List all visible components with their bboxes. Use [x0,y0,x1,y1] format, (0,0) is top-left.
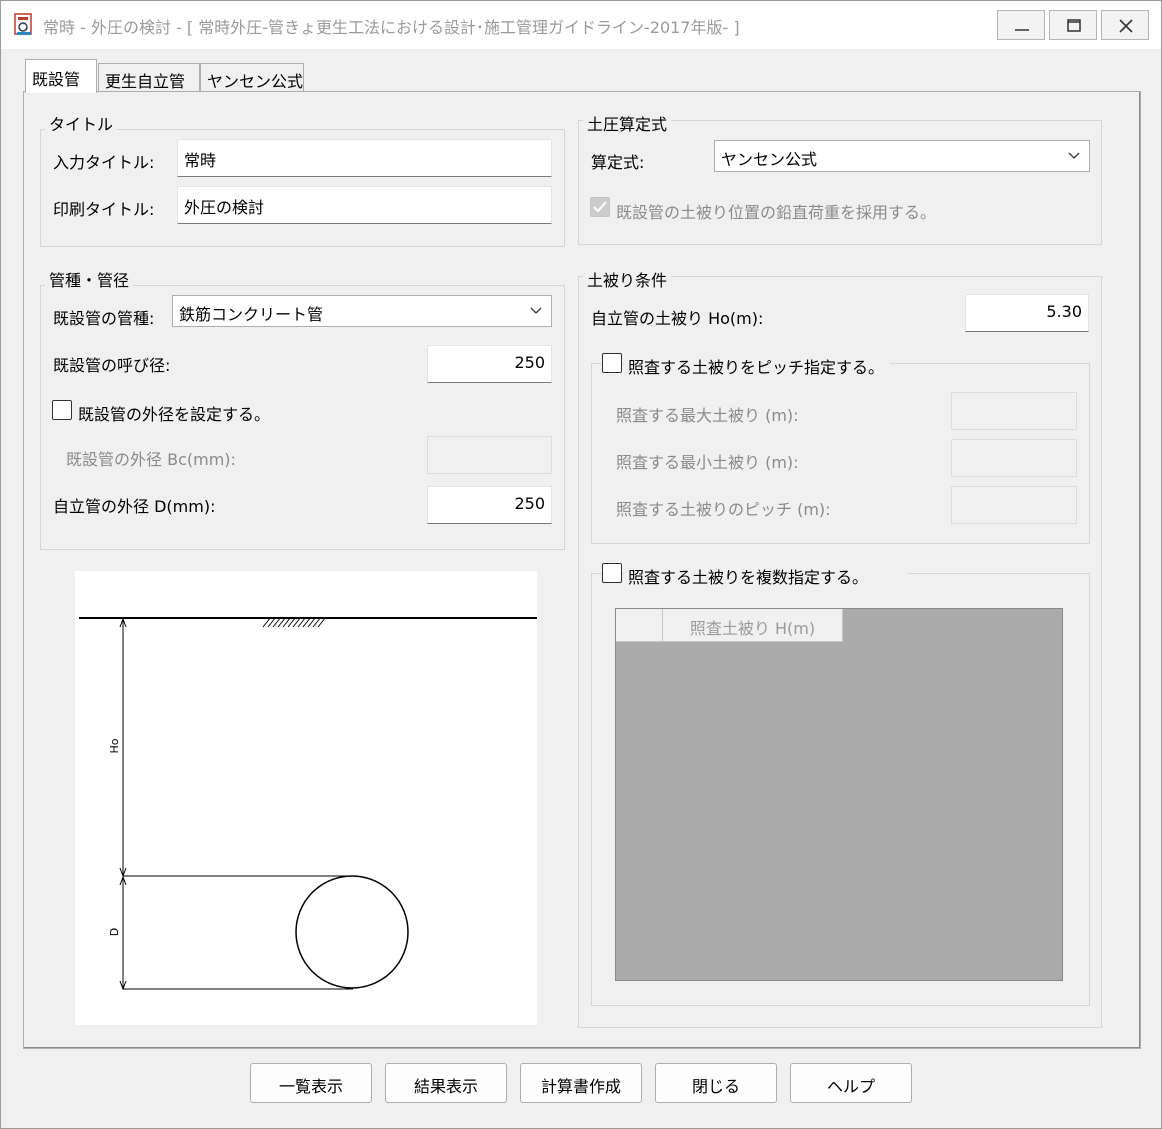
print-title-field[interactable]: 外圧の検討 [177,186,552,224]
grid-column-header[interactable]: 照査土被り H(m) [663,609,843,642]
max-cover-label: 照査する最大土被り (m): [616,406,799,425]
print-title-label: 印刷タイトル: [53,200,155,219]
tab-label: 既設管 [32,70,81,89]
close-window-button[interactable] [1101,10,1149,40]
maximize-button[interactable] [1049,10,1097,40]
title-group-heading: タイトル [45,111,118,135]
max-cover-field[interactable] [951,392,1077,430]
burial-diagram: Ho D [75,571,537,1025]
outer-bc-label: 既設管の外径 Bc(mm): [66,450,236,469]
multi-checkbox-label: 照査する土被りを複数指定する。 [624,564,909,588]
pipe-group-heading: 管種・管径 [45,267,134,291]
formula-select[interactable]: ヤンセン公式 [714,140,1090,172]
cover-pitch-field[interactable] [951,486,1077,524]
window-title: 常時 - 外圧の検討 - [ 常時外圧-管きょ更生工法における設計･施工管理ガイ… [43,18,740,37]
tab-rehab-pipe[interactable]: 更生自立管 [98,63,200,92]
pipe-circle [295,875,409,989]
adopt-load-label: 既設管の土被り位置の鉛直荷重を採用する。 [616,203,937,222]
chevron-down-icon [1068,152,1080,159]
tab-existing-pipe[interactable]: 既設管 [25,59,97,93]
result-view-button[interactable]: 結果表示 [385,1063,507,1103]
earth-pressure-heading: 土圧算定式 [583,111,672,135]
list-view-button[interactable]: 一覧表示 [250,1063,372,1103]
chevron-down-icon [530,307,542,314]
help-button[interactable]: ヘルプ [790,1063,912,1103]
cover-grid[interactable]: 照査土被り H(m) [615,608,1063,981]
d-dimension-label: D [108,928,121,936]
pitch-checkbox[interactable] [602,353,622,373]
outer-d-field[interactable]: 250 [427,486,552,524]
pipe-type-value: 鉄筋コンクリート管 [179,305,324,324]
tab-janssen[interactable]: ヤンセン公式 [200,63,304,92]
checkmark-icon [593,201,607,213]
tab-label: 更生自立管 [105,72,186,91]
cover-ho-field[interactable]: 5.30 [965,294,1089,332]
cover-group-heading: 土被り条件 [583,267,672,291]
create-report-button[interactable]: 計算書作成 [520,1063,642,1103]
pipe-type-select[interactable]: 鉄筋コンクリート管 [172,295,552,327]
outer-bc-field[interactable] [427,436,552,474]
cover-pitch-label: 照査する土被りのピッチ (m): [616,500,831,519]
nominal-diameter-label: 既設管の呼び径: [53,356,171,375]
min-cover-field[interactable] [951,439,1077,477]
app-icon [14,13,32,35]
outer-d-label: 自立管の外径 D(mm): [53,497,216,516]
minimize-icon [1015,29,1029,31]
input-title-label: 入力タイトル: [53,153,155,172]
formula-value: ヤンセン公式 [721,150,818,169]
close-icon [1119,19,1133,33]
cover-ho-label: 自立管の土被り Ho(m): [591,309,764,328]
title-bar: 常時 - 外圧の検討 - [ 常時外圧-管きょ更生工法における設計･施工管理ガイ… [1,1,1161,49]
formula-label: 算定式: [591,153,645,172]
grid-corner-cell[interactable] [616,609,663,642]
tab-label: ヤンセン公式 [207,72,304,91]
burial-diagram-svg: Ho D [79,616,537,991]
input-title-field[interactable]: 常時 [177,139,552,177]
minimize-button[interactable] [997,10,1045,40]
earth-pressure-group [578,120,1102,245]
set-outer-diameter-label: 既設管の外径を設定する。 [78,405,271,424]
maximize-icon [1067,19,1081,32]
nominal-diameter-field[interactable]: 250 [427,345,552,383]
pipe-type-label: 既設管の管種: [53,309,155,328]
pitch-checkbox-label: 照査する土被りをピッチ指定する。 [624,354,891,378]
set-outer-diameter-checkbox[interactable] [52,400,72,420]
multi-checkbox[interactable] [602,563,622,583]
main-window: 常時 - 外圧の検討 - [ 常時外圧-管きょ更生工法における設計･施工管理ガイ… [0,0,1162,1129]
ho-dimension-label: Ho [108,738,121,753]
adopt-load-checkbox[interactable] [590,197,610,217]
close-button[interactable]: 閉じる [655,1063,777,1103]
min-cover-label: 照査する最小土被り (m): [616,453,799,472]
